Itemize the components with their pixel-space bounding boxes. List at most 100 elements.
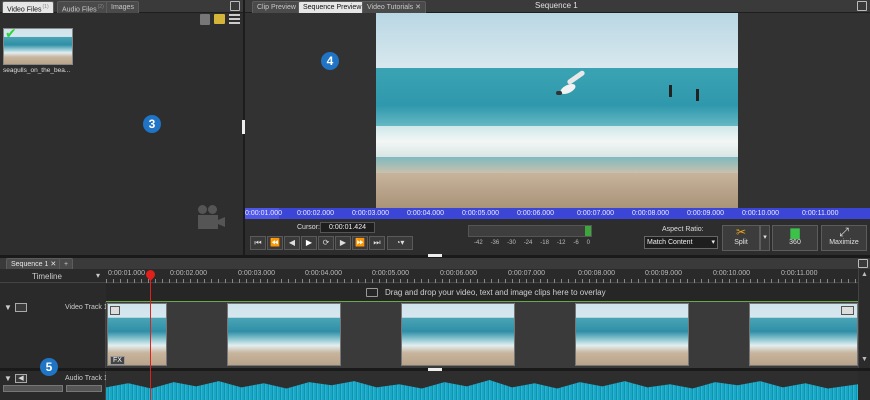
checkmark-icon: ✔ bbox=[5, 25, 17, 41]
new-folder-icon[interactable] bbox=[214, 14, 225, 24]
video-track-label: Video Track 1 bbox=[65, 304, 108, 311]
aspect-ratio-label: Aspect Ratio: bbox=[662, 226, 704, 233]
ruler-tick: 0:00:08.000 bbox=[632, 210, 669, 217]
go-to-end-button[interactable]: ⏭ bbox=[369, 236, 385, 250]
ruler-tick: 0:00:05.000 bbox=[462, 210, 499, 217]
splitter-grip[interactable] bbox=[428, 254, 442, 257]
camera-icon bbox=[196, 205, 226, 235]
go-to-start-button[interactable]: ⏮ bbox=[250, 236, 266, 250]
scroll-up-icon[interactable]: ▲ bbox=[861, 271, 868, 278]
step-forward-button[interactable]: ▶ bbox=[335, 236, 351, 250]
detach-icon[interactable] bbox=[230, 1, 240, 11]
cursor-label: Cursor: bbox=[297, 224, 320, 231]
tab-sequence-1[interactable]: Sequence 1 ✕ bbox=[6, 258, 62, 269]
timeline-tick: 0:00:09.000 bbox=[645, 270, 682, 277]
ruler-tick: 0:00:11.000 bbox=[802, 210, 839, 217]
step-back-button[interactable]: ◀ bbox=[284, 236, 300, 250]
aspect-ratio-select[interactable]: Match Content ▾ bbox=[644, 236, 718, 249]
audio-waveform bbox=[106, 380, 858, 400]
vr-360-button[interactable]: ▆ 360 bbox=[772, 225, 818, 251]
ruler-tick: 0:00:07.000 bbox=[577, 210, 614, 217]
timeline-tick: 0:00:02.000 bbox=[170, 270, 207, 277]
detach-icon[interactable] bbox=[858, 259, 868, 268]
step-badge-4: 4 bbox=[321, 52, 339, 70]
tab-video-files[interactable]: Video Files(1) bbox=[2, 1, 54, 13]
timeline-tick: 0:00:03.000 bbox=[238, 270, 275, 277]
play-button[interactable]: ▶ bbox=[301, 236, 317, 250]
seagull-shape bbox=[556, 69, 590, 103]
timeline-scrollbar[interactable]: ▲ ▼ bbox=[858, 269, 870, 368]
video-track-icon[interactable] bbox=[15, 303, 27, 312]
ruler-tick: 0:00:10.000 bbox=[742, 210, 779, 217]
ruler-tick: 0:00:03.000 bbox=[352, 210, 389, 217]
video-preview[interactable] bbox=[376, 13, 738, 208]
speaker-icon[interactable]: ◀ bbox=[15, 374, 27, 383]
cursor-value[interactable]: 0:00:01.424 bbox=[320, 222, 375, 233]
speed-button[interactable]: ◔▾ bbox=[387, 236, 413, 250]
loop-button[interactable]: ⟳ bbox=[318, 236, 334, 250]
split-button[interactable]: ✂ Split bbox=[722, 225, 760, 251]
video-clip[interactable] bbox=[575, 303, 689, 366]
ruler-tick: 0:00:09.000 bbox=[687, 210, 724, 217]
maximize-button[interactable]: ⤢ Maximize bbox=[821, 225, 867, 251]
tab-video-tutorials[interactable]: Video Tutorials ✕ bbox=[362, 1, 427, 13]
playhead[interactable] bbox=[150, 271, 151, 400]
transition-icon[interactable] bbox=[841, 306, 854, 315]
trash-icon[interactable] bbox=[200, 14, 210, 25]
previous-frame-button[interactable]: ⏪ bbox=[267, 236, 283, 250]
ruler-tick: 0:00:04.000 bbox=[407, 210, 444, 217]
tab-sequence-preview[interactable]: Sequence Preview bbox=[298, 1, 367, 13]
expand-icon: ⤢ bbox=[839, 225, 849, 239]
close-icon[interactable]: ✕ bbox=[50, 261, 56, 268]
pan-slider[interactable] bbox=[66, 385, 102, 392]
list-view-icon[interactable] bbox=[229, 14, 240, 24]
video-clip[interactable]: FX bbox=[107, 303, 167, 366]
preview-title: Sequence 1 bbox=[535, 1, 578, 10]
volume-slider[interactable] bbox=[3, 385, 63, 392]
collapse-icon[interactable]: ▼ bbox=[4, 374, 12, 383]
overlay-track-header bbox=[0, 284, 106, 302]
video-clip[interactable] bbox=[401, 303, 515, 366]
timeline-ruler[interactable] bbox=[106, 279, 858, 283]
step-badge-5: 5 bbox=[40, 358, 58, 376]
detach-icon[interactable] bbox=[857, 1, 867, 11]
transition-icon[interactable] bbox=[110, 306, 120, 315]
media-item[interactable]: ✔ seagulls_on_the_bea... bbox=[3, 25, 73, 77]
next-frame-button[interactable]: ⏩ bbox=[352, 236, 368, 250]
ruler-tick: 0:00:02.000 bbox=[297, 210, 334, 217]
timeline-tick: 0:00:05.000 bbox=[372, 270, 409, 277]
timeline-tick: 0:00:08.000 bbox=[578, 270, 615, 277]
step-badge-3: 3 bbox=[143, 115, 161, 133]
meter-scale: -42 -36 -30 -24 -18 -12 -6 0 bbox=[474, 240, 590, 246]
timeline-tabbar bbox=[0, 258, 870, 269]
overlay-hint: Drag and drop your video, text and image… bbox=[385, 288, 606, 297]
timeline-label: Timeline bbox=[32, 272, 62, 281]
close-icon[interactable]: ✕ bbox=[415, 4, 421, 11]
chevron-down-icon[interactable]: ▾ bbox=[96, 271, 100, 280]
collapse-icon[interactable]: ▼ bbox=[4, 303, 12, 312]
audio-track[interactable] bbox=[106, 371, 858, 400]
ruler-tick: 0:00:06.000 bbox=[517, 210, 554, 217]
add-sequence-button[interactable]: + bbox=[59, 258, 74, 269]
tab-clip-preview[interactable]: Clip Preview bbox=[252, 1, 301, 13]
timeline-tick: 0:00:06.000 bbox=[440, 270, 477, 277]
tab-audio-files[interactable]: Audio Files(2) bbox=[57, 1, 109, 13]
vr-icon: ▆ bbox=[790, 225, 800, 239]
volume-meter bbox=[468, 225, 592, 237]
ruler-tick: 0:00:01.000 bbox=[245, 210, 282, 217]
split-dropdown-button[interactable]: ▾ bbox=[760, 225, 770, 251]
preview-ruler[interactable]: 0:00:01.000 0:00:02.000 0:00:03.000 0:00… bbox=[245, 208, 870, 219]
scroll-down-icon[interactable]: ▼ bbox=[861, 356, 868, 363]
video-clip[interactable] bbox=[227, 303, 341, 366]
fx-label[interactable]: FX bbox=[110, 356, 125, 365]
film-icon bbox=[366, 288, 378, 297]
scissors-icon: ✂ bbox=[735, 225, 747, 239]
timeline-tick: 0:00:04.000 bbox=[305, 270, 342, 277]
timeline-tick: 0:00:07.000 bbox=[508, 270, 545, 277]
video-clip[interactable] bbox=[749, 303, 858, 366]
tab-images[interactable]: Images bbox=[106, 1, 139, 13]
media-panel: Video Files(1) Audio Files(2) Images ✔ s… bbox=[0, 0, 243, 255]
timeline-tick: 0:00:10.000 bbox=[713, 270, 750, 277]
chevron-down-icon: ▾ bbox=[711, 239, 715, 246]
media-item-name: seagulls_on_the_bea... bbox=[3, 67, 71, 74]
